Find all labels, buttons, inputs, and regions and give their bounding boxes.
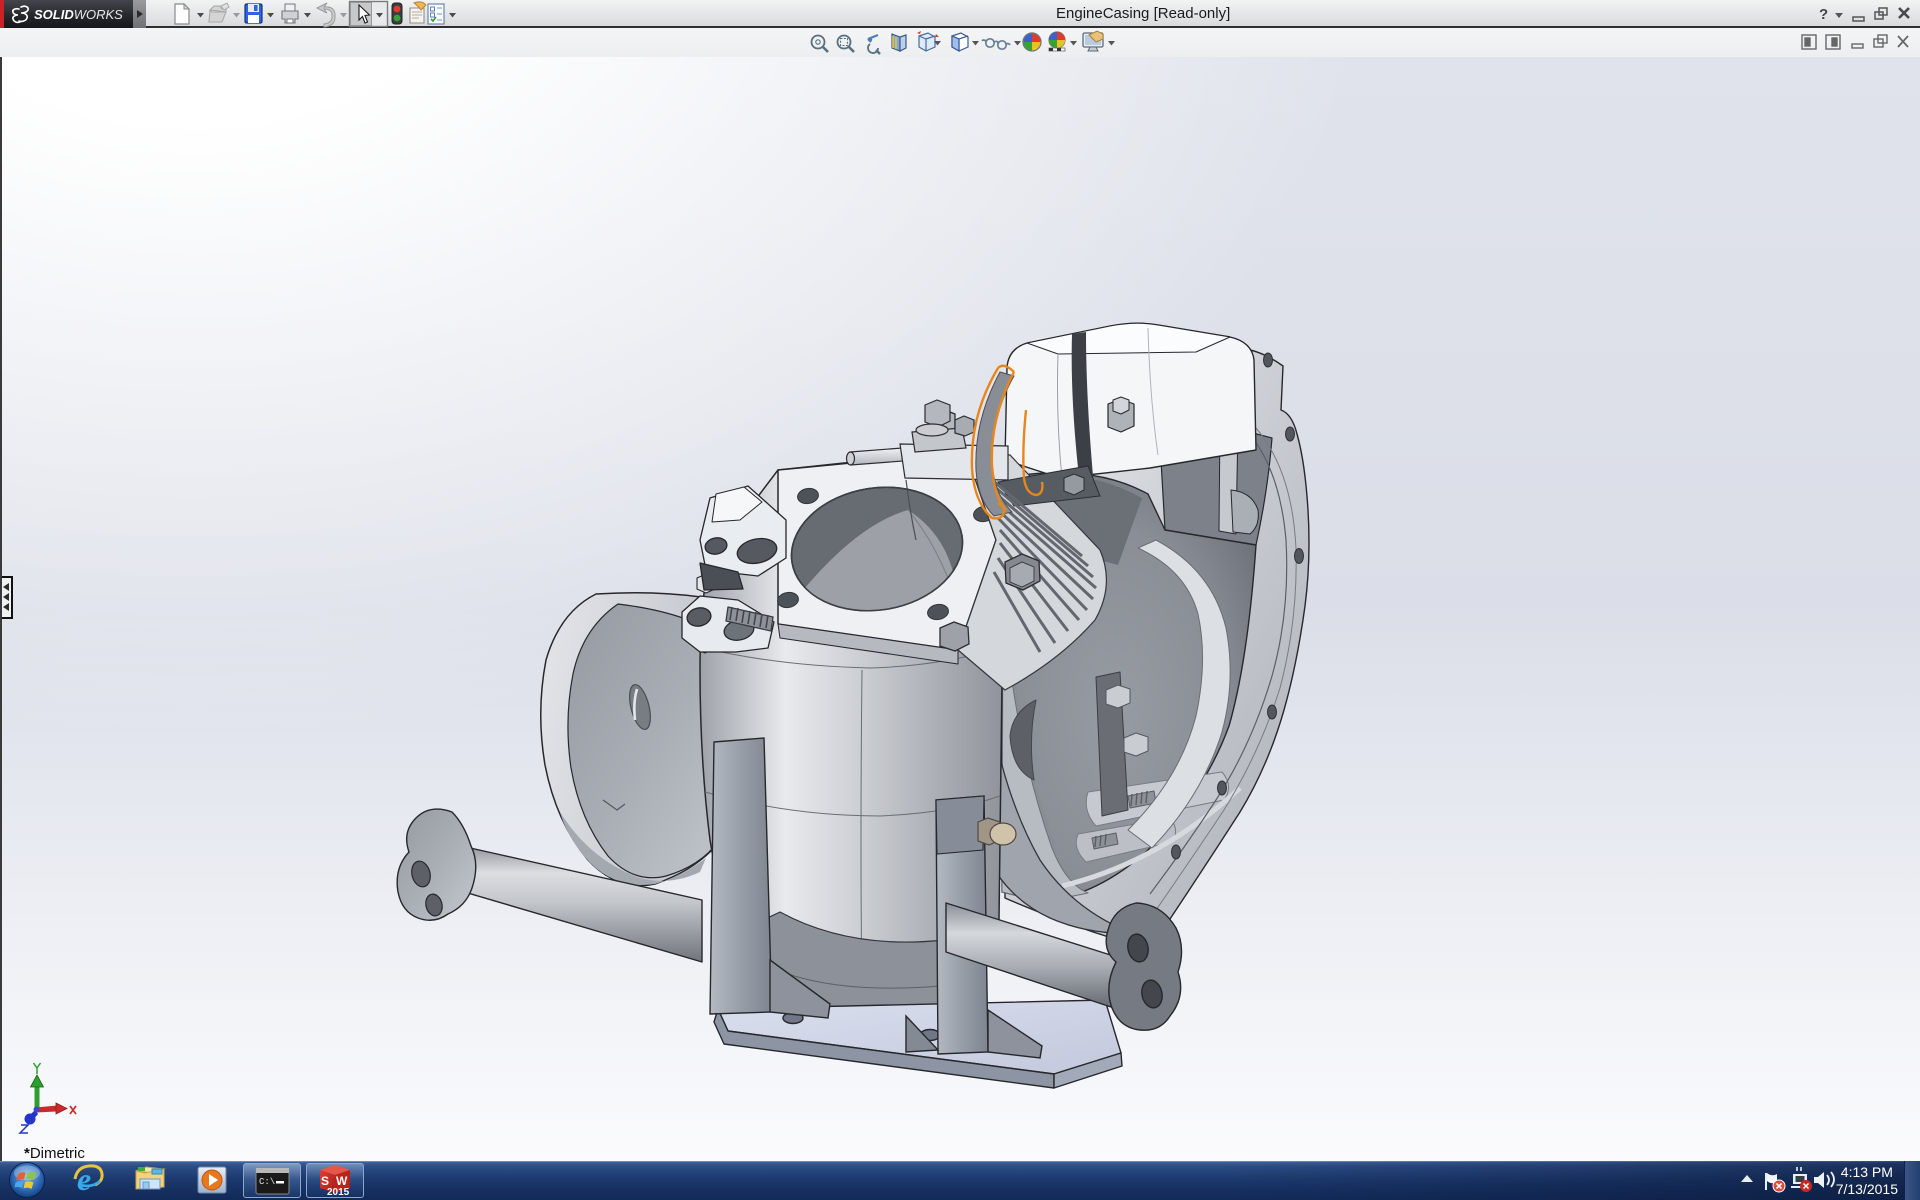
svg-text:2015: 2015 — [327, 1187, 350, 1198]
svg-text:W: W — [336, 1174, 348, 1188]
svg-text:S: S — [321, 1174, 329, 1188]
svg-text:C:\: C:\ — [259, 1177, 275, 1187]
